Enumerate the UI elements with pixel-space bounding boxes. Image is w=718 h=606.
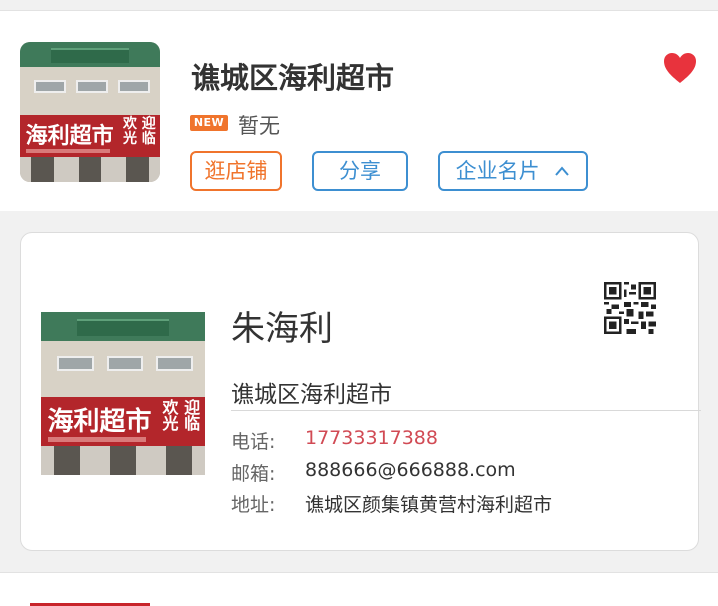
share-label: 分享 <box>339 159 381 183</box>
qr-code-icon[interactable] <box>604 282 656 334</box>
visit-store-label: 逛店铺 <box>204 159 268 183</box>
email-label: 邮箱: <box>231 463 276 485</box>
address-label: 地址: <box>231 494 276 516</box>
store-header-card: 海利超市 欢 迎光 临 谯城区海利超市 NEW 暂无 逛店铺 分享 企业名片 <box>0 11 718 211</box>
chevron-up-icon <box>555 166 570 176</box>
top-strip <box>0 0 718 11</box>
card-company-name: 谯城区海利超市 <box>231 382 392 408</box>
address-value: 谯城区颜集镇黄营村海利超市 <box>305 494 553 516</box>
new-badge: NEW <box>190 115 228 131</box>
divider <box>231 410 701 411</box>
store-thumbnail[interactable]: 海利超市 欢 迎光 临 <box>20 42 160 182</box>
visit-store-button[interactable]: 逛店铺 <box>190 151 282 191</box>
business-card-toggle-button[interactable]: 企业名片 <box>438 151 588 191</box>
business-card-thumbnail: 海利超市 欢 迎光 临 <box>41 312 205 475</box>
person-name: 朱海利 <box>231 309 333 349</box>
business-card-label: 企业名片 <box>455 159 540 183</box>
new-status-text: 暂无 <box>238 114 280 138</box>
phone-number[interactable]: 17733317388 <box>305 427 438 449</box>
share-button[interactable]: 分享 <box>312 151 408 191</box>
heart-icon[interactable] <box>662 51 698 85</box>
storefront-image: 海利超市 欢 迎光 临 <box>41 312 205 475</box>
business-card: 海利超市 欢 迎光 临 朱海利 谯城区海利超市 电话: 17733317388 … <box>20 232 701 551</box>
email-value: 888666@666888.com <box>305 459 516 481</box>
storefront-image: 海利超市 欢 迎光 临 <box>20 42 160 182</box>
phone-label: 电话: <box>231 431 276 453</box>
next-section <box>0 572 718 606</box>
store-name: 谯城区海利超市 <box>191 61 395 95</box>
